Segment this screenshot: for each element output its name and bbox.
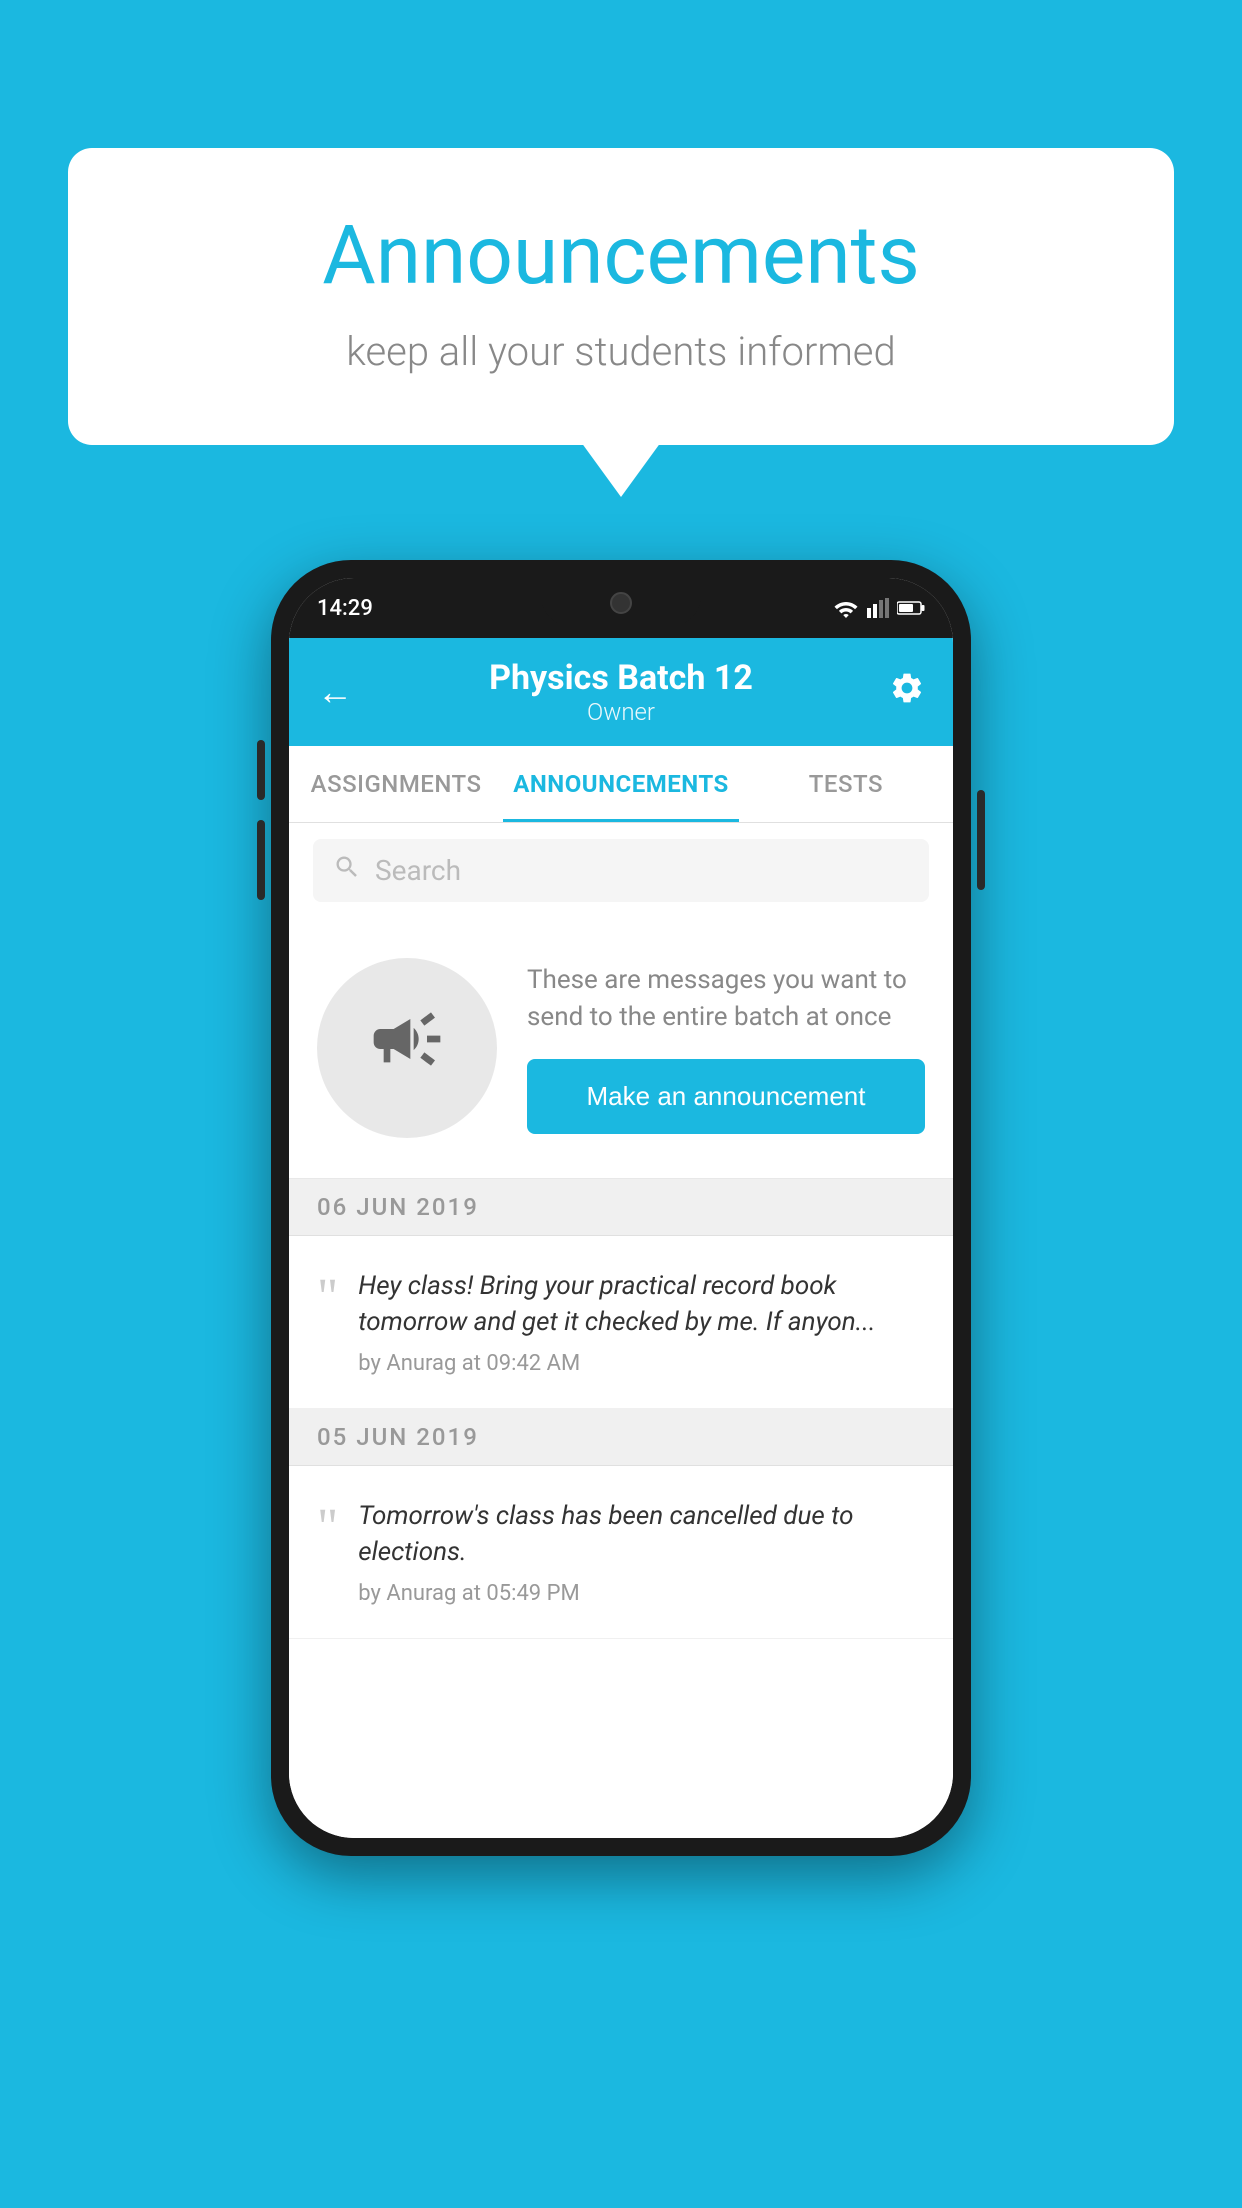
search-icon	[333, 853, 361, 888]
tabs-container: ASSIGNMENTS ANNOUNCEMENTS TESTS	[289, 746, 953, 823]
megaphone-icon	[367, 999, 447, 1097]
phone-screen: 14:29	[289, 578, 953, 1838]
date-separator-2: 05 JUN 2019	[289, 1409, 953, 1466]
speech-bubble-container: Announcements keep all your students inf…	[68, 148, 1174, 445]
header-center: Physics Batch 12 Owner	[489, 658, 753, 726]
wifi-icon	[833, 598, 859, 618]
signal-icon	[867, 598, 889, 618]
make-announcement-button[interactable]: Make an announcement	[527, 1059, 925, 1134]
phone-mockup: 14:29	[271, 560, 971, 1856]
batch-title: Physics Batch 12	[489, 658, 753, 698]
tab-tests[interactable]: TESTS	[739, 746, 953, 822]
phone-notch	[541, 578, 701, 626]
batch-role: Owner	[489, 698, 753, 726]
quote-icon-2: "	[317, 1502, 338, 1554]
speech-bubble-subtitle: keep all your students informed	[148, 328, 1094, 375]
search-input[interactable]: Search	[375, 854, 461, 887]
phone-outer: 14:29	[271, 560, 971, 1856]
volume-up-button[interactable]	[257, 740, 265, 800]
date-separator-1: 06 JUN 2019	[289, 1179, 953, 1236]
announcement-meta-2: by Anurag at 05:49 PM	[358, 1581, 925, 1606]
speech-bubble: Announcements keep all your students inf…	[68, 148, 1174, 445]
announcement-item-1[interactable]: " Hey class! Bring your practical record…	[289, 1236, 953, 1409]
volume-down-button[interactable]	[257, 820, 265, 900]
status-icons	[833, 598, 925, 618]
tab-announcements[interactable]: ANNOUNCEMENTS	[503, 746, 739, 822]
announcement-content-1: Hey class! Bring your practical record b…	[358, 1268, 925, 1376]
back-button[interactable]: ←	[317, 671, 353, 713]
announcement-meta-1: by Anurag at 09:42 AM	[358, 1351, 925, 1376]
battery-icon	[897, 600, 925, 616]
settings-icon[interactable]	[889, 670, 925, 715]
front-camera	[610, 592, 632, 614]
prompt-right: These are messages you want to send to t…	[527, 962, 925, 1134]
power-button[interactable]	[977, 790, 985, 890]
app-header: ← Physics Batch 12 Owner	[289, 638, 953, 746]
speech-bubble-title: Announcements	[148, 208, 1094, 304]
phone-content: ← Physics Batch 12 Owner ASSIGNMENTS ANN…	[289, 638, 953, 1838]
megaphone-circle	[317, 958, 497, 1138]
announcement-text-2: Tomorrow's class has been cancelled due …	[358, 1498, 925, 1571]
search-bar[interactable]: Search	[313, 839, 929, 902]
status-bar: 14:29	[289, 578, 953, 638]
status-time: 14:29	[317, 596, 373, 621]
tab-assignments[interactable]: ASSIGNMENTS	[289, 746, 503, 822]
quote-icon-1: "	[317, 1272, 338, 1324]
announcement-prompt: These are messages you want to send to t…	[289, 918, 953, 1179]
prompt-description: These are messages you want to send to t…	[527, 962, 925, 1035]
announcement-content-2: Tomorrow's class has been cancelled due …	[358, 1498, 925, 1606]
announcement-text-1: Hey class! Bring your practical record b…	[358, 1268, 925, 1341]
search-container: Search	[289, 823, 953, 918]
announcement-item-2[interactable]: " Tomorrow's class has been cancelled du…	[289, 1466, 953, 1639]
